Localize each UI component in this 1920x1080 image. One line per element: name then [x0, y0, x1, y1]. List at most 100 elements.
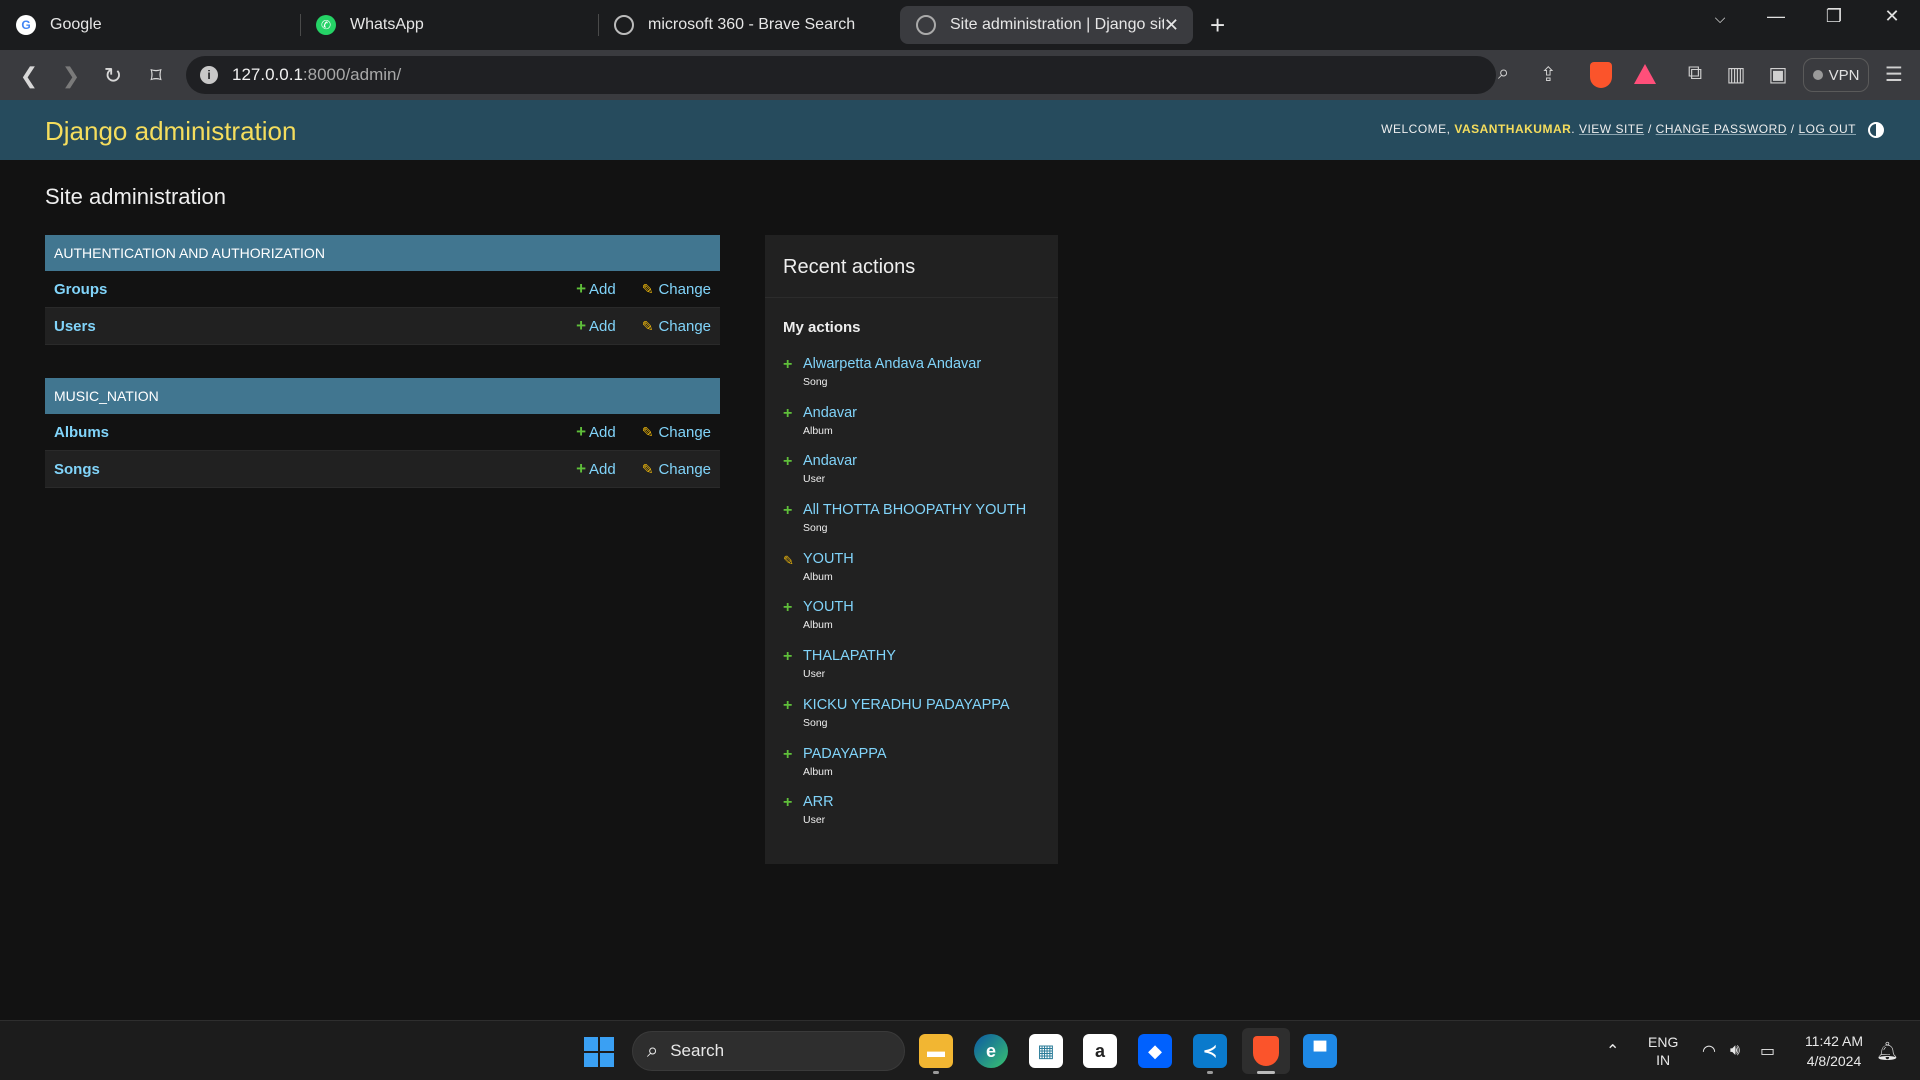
volume-icon[interactable]: 🔊︎ [1730, 1021, 1740, 1080]
reload-icon[interactable]: ↻ [98, 63, 128, 89]
pencil-icon: ✎ [641, 280, 654, 297]
recent-action-link[interactable]: All THOTTA BHOOPATHY YOUTH [803, 502, 1026, 518]
add-groups-button[interactable]: + Add [576, 279, 616, 299]
brave-search-icon [614, 15, 634, 35]
change-password-link[interactable]: CHANGE PASSWORD [1656, 122, 1787, 136]
view-site-link[interactable]: VIEW SITE [1579, 122, 1644, 136]
windows-taskbar: ⌕ Search ▬ e ▦ a ◆ ≺ ▀ ⌃ ENG IN ◠ 🔊︎ ▭ 1… [0, 1020, 1920, 1080]
battery-icon[interactable]: ▭ [1760, 1021, 1775, 1080]
browser-tab-bar: G Google ✆ WhatsApp microsoft 360 - Brav… [0, 0, 1920, 50]
add-label: Add [589, 423, 616, 441]
address-bar[interactable]: i 127.0.0.1:8000/admin/ ⌕ ⇪ [186, 56, 1557, 94]
forward-icon[interactable]: ❯ [56, 63, 86, 89]
bookmark-icon[interactable]: ⌑ [141, 63, 171, 89]
model-link-songs[interactable]: Songs [54, 461, 100, 478]
site-branding[interactable]: Django administration [45, 116, 296, 147]
search-label: Search [670, 1041, 725, 1060]
change-label: Change [658, 317, 711, 335]
recent-action-link[interactable]: Alwarpetta Andava Andavar [803, 356, 981, 372]
share-icon[interactable]: ⇪ [1540, 62, 1557, 87]
vpn-button[interactable]: VPN [1803, 58, 1869, 92]
add-songs-button[interactable]: + Add [576, 459, 616, 479]
time: 11:42 AM [1804, 1033, 1864, 1049]
add-icon: + [783, 648, 793, 666]
app-caption[interactable]: Authentication and Authorization [45, 235, 720, 271]
new-tab-icon[interactable]: + [1210, 10, 1225, 41]
restore-icon[interactable]: ❐ [1814, 6, 1854, 27]
add-icon: + [783, 404, 793, 422]
change-label: Change [658, 280, 711, 298]
change-label: Change [658, 460, 711, 478]
brave-browser-icon[interactable] [1242, 1028, 1290, 1074]
recent-action-type: User [803, 473, 826, 486]
amazon-icon[interactable]: a [1083, 1034, 1117, 1068]
change-songs-button[interactable]: ✎ Change [642, 461, 711, 478]
recent-action-link[interactable]: PADAYAPPA [803, 746, 887, 762]
minimize-icon[interactable]: — [1756, 6, 1796, 27]
recent-action-link[interactable]: Andavar [803, 405, 857, 421]
tab-label: Google [50, 16, 102, 33]
recent-action-item: + PADAYAPPA Album [783, 744, 1053, 793]
brave-shields-icon[interactable] [1590, 62, 1612, 88]
add-albums-button[interactable]: + Add [576, 422, 616, 442]
tab-brave-search[interactable]: microsoft 360 - Brave Search [598, 6, 898, 44]
edge-icon[interactable]: e [974, 1034, 1008, 1068]
brave-rewards-icon[interactable] [1634, 64, 1656, 84]
tab-whatsapp[interactable]: ✆ WhatsApp [300, 6, 598, 44]
language-indicator[interactable]: ENG IN [1648, 1021, 1678, 1080]
welcome-text: WELCOME, [1381, 122, 1451, 136]
tab-google[interactable]: G Google [0, 6, 300, 44]
change-groups-button[interactable]: ✎ Change [642, 281, 711, 298]
tab-label: WhatsApp [350, 16, 424, 33]
running-indicator [1207, 1071, 1213, 1074]
recent-action-link[interactable]: YOUTH [803, 551, 854, 567]
app-window-icon[interactable]: ▀ [1303, 1034, 1337, 1068]
info-icon[interactable]: i [200, 66, 218, 84]
change-albums-button[interactable]: ✎ Change [642, 424, 711, 441]
close-tab-icon[interactable]: ✕ [1164, 15, 1179, 36]
menu-icon[interactable]: ☰ [1880, 62, 1908, 87]
recent-action-item: ✎ YOUTH Album [783, 549, 1053, 598]
close-window-icon[interactable]: ✕ [1872, 6, 1912, 27]
log-out-link[interactable]: LOG OUT [1798, 122, 1856, 136]
model-link-groups[interactable]: Groups [54, 281, 107, 298]
model-link-albums[interactable]: Albums [54, 424, 109, 441]
wallet-icon[interactable]: ▣ [1764, 62, 1792, 87]
recent-action-link[interactable]: ARR [803, 794, 834, 810]
model-link-users[interactable]: Users [54, 318, 96, 335]
recent-action-link[interactable]: THALAPATHY [803, 648, 896, 664]
region-code: IN [1656, 1052, 1671, 1068]
wifi-icon[interactable]: ◠ [1702, 1021, 1716, 1080]
site-header: Django administration WELCOME, VASANTHAK… [0, 100, 1920, 160]
recent-action-link[interactable]: Andavar [803, 453, 857, 469]
recent-action-link[interactable]: YOUTH [803, 599, 854, 615]
recent-action-link[interactable]: KICKU YERADHU PADAYAPPA [803, 697, 1010, 713]
add-users-button[interactable]: + Add [576, 316, 616, 336]
back-icon[interactable]: ❮ [14, 63, 44, 89]
change-users-button[interactable]: ✎ Change [642, 318, 711, 335]
model-row-users: Users + Add ✎ Change [45, 308, 720, 345]
model-row-albums: Albums + Add ✎ Change [45, 414, 720, 451]
app-caption[interactable]: MUSIC_NATION [45, 378, 720, 414]
tab-django-admin[interactable]: Site administration | Django site ✕ [900, 6, 1193, 44]
action-list: + Alwarpetta Andava Andavar Song + Andavar Al… [783, 354, 1053, 841]
username: VASANTHAKUMAR [1454, 122, 1572, 136]
vscode-icon[interactable]: ≺ [1193, 1034, 1227, 1068]
dropbox-icon[interactable]: ◆ [1138, 1034, 1172, 1068]
zoom-icon[interactable]: ⌕ [1498, 62, 1509, 85]
windows-start-icon[interactable] [584, 1037, 614, 1067]
clock[interactable]: 11:42 AM 4/8/2024 [1794, 1031, 1874, 1071]
add-label: Add [589, 317, 616, 335]
taskbar-search[interactable]: ⌕ Search [632, 1031, 905, 1071]
recent-action-item: + Alwarpetta Andava Andavar Song [783, 354, 1053, 403]
sidebar-icon[interactable]: ▥ [1722, 62, 1750, 87]
notification-bell-icon[interactable]: 🔔︎ [1876, 1041, 1899, 1062]
extensions-icon[interactable]: ⧉ [1681, 62, 1709, 85]
add-icon: + [783, 745, 793, 763]
show-hidden-icons-icon[interactable]: ⌃ [1606, 1021, 1619, 1080]
theme-toggle-icon[interactable] [1868, 122, 1884, 138]
file-explorer-icon[interactable]: ▬ [919, 1034, 953, 1068]
tab-search-chevron-icon[interactable]: ⌵ [1700, 10, 1740, 27]
add-icon: + [576, 279, 587, 298]
microsoft-store-icon[interactable]: ▦ [1029, 1034, 1063, 1068]
